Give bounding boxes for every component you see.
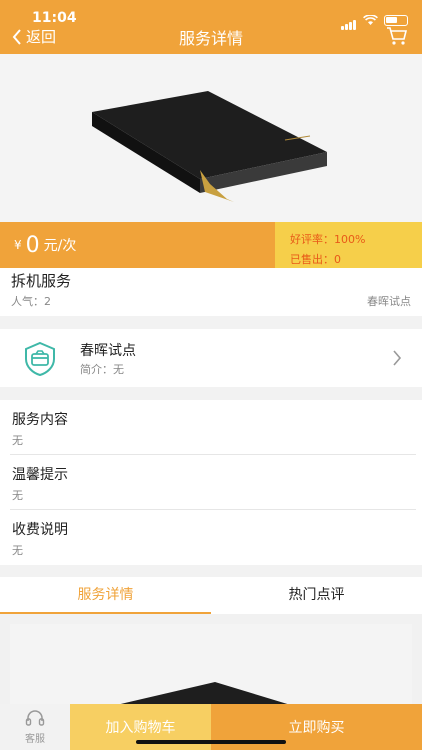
notebook-image <box>92 91 327 202</box>
popularity-value: 2 <box>44 295 51 308</box>
customer-service-button[interactable]: 客服 <box>0 704 70 750</box>
service-name: 拆机服务 <box>11 272 72 290</box>
detail-tabs: 服务详情 热门点评 <box>0 577 422 614</box>
shop-tag: 春晖试点 <box>367 295 411 308</box>
status-bar: 11:04 <box>0 0 422 30</box>
detail-row: 服务内容 无 <box>0 400 422 455</box>
home-indicator <box>136 740 286 744</box>
detail-image <box>10 624 412 704</box>
notebook-image <box>120 682 288 704</box>
detail-row: 温馨提示 无 <box>0 455 422 510</box>
sold-line: 已售出：0 <box>290 250 422 270</box>
tab-hot-reviews[interactable]: 热门点评 <box>211 577 422 614</box>
headset-icon <box>25 710 45 726</box>
sold-value: 0 <box>334 253 341 266</box>
shop-shield-icon <box>25 341 55 377</box>
detail-title: 服务内容 <box>12 412 68 428</box>
stats-section: 好评率：100% 已售出：0 <box>275 222 422 268</box>
status-time: 11:04 <box>32 10 77 26</box>
shop-intro-label: 简介： <box>80 363 113 376</box>
popularity: 人气：2 <box>11 293 51 309</box>
tab-service-details[interactable]: 服务详情 <box>0 577 211 614</box>
detail-content <box>0 614 422 704</box>
shop-name: 春晖试点 <box>80 343 136 359</box>
service-image <box>0 54 422 222</box>
service-label: 客服 <box>25 734 45 745</box>
cart-icon[interactable] <box>386 26 408 46</box>
detail-row: 收费说明 无 <box>0 510 422 565</box>
rating-label: 好评率： <box>290 233 334 246</box>
page-title: 服务详情 <box>178 29 243 48</box>
currency-symbol: ¥ <box>14 238 22 252</box>
chevron-right-icon <box>393 350 402 366</box>
price-amount: 0 <box>25 232 40 258</box>
detail-value: 无 <box>12 434 23 447</box>
detail-value: 无 <box>12 489 23 502</box>
shop-intro-value: 无 <box>113 363 124 376</box>
rating-value: 100% <box>334 233 366 246</box>
price-unit: 元/次 <box>43 238 77 254</box>
sold-label: 已售出： <box>290 253 334 266</box>
detail-title: 收费说明 <box>12 522 68 538</box>
detail-value: 无 <box>12 544 23 557</box>
detail-title: 温馨提示 <box>12 467 68 483</box>
service-info: 拆机服务 人气：2 春晖试点 <box>0 268 422 316</box>
top-header: 11:04 返回 服务详情 <box>0 0 422 54</box>
shop-intro: 简介：无 <box>80 361 124 377</box>
service-details: 服务内容 无 温馨提示 无 收费说明 无 <box>0 400 422 565</box>
price-section: ¥ 0 元/次 <box>0 222 275 268</box>
popularity-label: 人气： <box>11 295 44 308</box>
shop-card[interactable]: 春晖试点 简介：无 <box>0 329 422 387</box>
rating-line: 好评率：100% <box>290 230 422 250</box>
price-bar: ¥ 0 元/次 好评率：100% 已售出：0 <box>0 222 422 268</box>
